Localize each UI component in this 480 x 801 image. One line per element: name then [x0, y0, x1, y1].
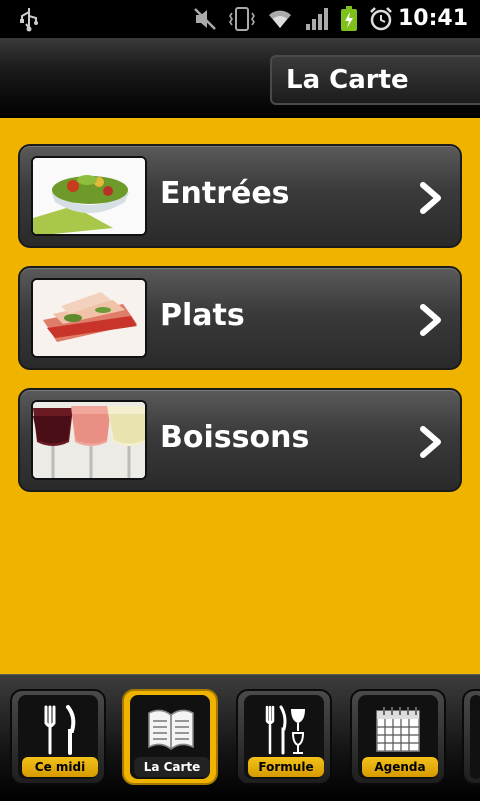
signal-icon [306, 8, 328, 30]
menu-item-boissons[interactable]: Boissons [18, 388, 462, 492]
wifi-icon [269, 10, 291, 28]
page-title-box: La Carte [270, 55, 480, 105]
cutlery-glass-icon [265, 705, 305, 755]
menu-item-label: Plats [160, 298, 245, 333]
mute-icon [194, 8, 216, 30]
fish-dish-image [31, 278, 147, 358]
usb-icon [20, 8, 38, 32]
clock-time: 10:41 [397, 6, 468, 31]
menu-item-label: Entrées [160, 176, 290, 211]
tab-formule[interactable]: Formule [236, 689, 332, 785]
open-book-icon [148, 709, 194, 750]
chevron-right-icon [420, 182, 441, 214]
wine-glasses-image [31, 400, 147, 480]
tab-la-carte[interactable]: La Carte [122, 689, 218, 785]
battery-charging-icon [341, 6, 357, 31]
status-bar: 10:41 [0, 0, 480, 38]
tab-ce-midi[interactable]: Ce midi [10, 689, 106, 785]
bottom-nav: Ce midi La Carte Formule Agenda [0, 674, 480, 801]
tab-agenda[interactable]: Agenda [350, 689, 446, 785]
chevron-right-icon [420, 426, 441, 458]
vibrate-icon [229, 7, 255, 31]
menu-item-entrees[interactable]: Entrées [18, 144, 462, 248]
tab-more-partial[interactable] [462, 689, 480, 785]
chevron-right-icon [420, 304, 441, 336]
tab-label: Formule [248, 757, 324, 777]
salad-image [31, 156, 147, 236]
tab-label: La Carte [134, 757, 210, 777]
menu-list: Entrées Plats Boissons [0, 118, 480, 674]
menu-item-label: Boissons [160, 420, 310, 455]
page-title: La Carte [286, 65, 409, 95]
menu-item-plats[interactable]: Plats [18, 266, 462, 370]
alarm-icon [370, 7, 392, 31]
calendar-icon [376, 707, 420, 752]
fork-knife-icon [44, 705, 76, 755]
app-header: La Carte [0, 38, 480, 118]
tab-label: Ce midi [22, 757, 98, 777]
tab-label: Agenda [362, 757, 438, 777]
